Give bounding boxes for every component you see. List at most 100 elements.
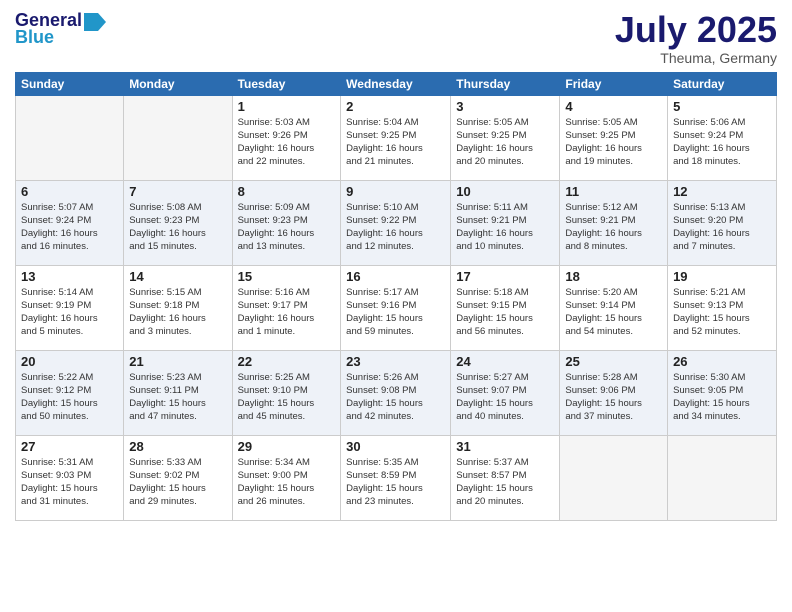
table-cell: 23 Sunrise: 5:26 AM Sunset: 9:08 PM Dayli… (341, 350, 451, 435)
day-info: Sunrise: 5:30 AM Sunset: 9:05 PM Dayligh… (673, 371, 771, 424)
table-cell: 17 Sunrise: 5:18 AM Sunset: 9:15 PM Dayli… (451, 265, 560, 350)
day-number: 24 (456, 354, 554, 369)
day-number: 19 (673, 269, 771, 284)
calendar-row: 6Sunrise: 5:07 AM Sunset: 9:24 PM Daylig… (16, 180, 777, 265)
day-info: Sunrise: 5:21 AM Sunset: 9:13 PM Dayligh… (673, 286, 771, 339)
table-cell (668, 435, 777, 520)
table-cell: 29 Sunrise: 5:34 AM Sunset: 9:00 PM Dayli… (232, 435, 341, 520)
day-number: 21 (129, 354, 226, 369)
day-number: 27 (21, 439, 118, 454)
logo-blue: Blue (15, 27, 54, 48)
table-cell: 21Sunrise: 5:23 AM Sunset: 9:11 PM Dayli… (124, 350, 232, 435)
header: General Blue July 2025 Theuma, Germany (15, 10, 777, 66)
day-info: Sunrise: 5:28 AM Sunset: 9:06 PM Dayligh… (565, 371, 662, 424)
table-cell: 27 Sunrise: 5:31 AM Sunset: 9:03 PM Dayli… (16, 435, 124, 520)
day-info: Sunrise: 5:05 AM Sunset: 9:25 PM Dayligh… (565, 116, 662, 169)
day-number: 3 (456, 99, 554, 114)
day-info: Sunrise: 5:18 AM Sunset: 9:15 PM Dayligh… (456, 286, 554, 339)
col-thursday: Thursday (451, 72, 560, 95)
day-info: Sunrise: 5:10 AM Sunset: 9:22 PM Dayligh… (346, 201, 445, 254)
table-cell: 18Sunrise: 5:20 AM Sunset: 9:14 PM Dayli… (560, 265, 668, 350)
table-cell: 22 Sunrise: 5:25 AM Sunset: 9:10 PM Dayli… (232, 350, 341, 435)
table-cell: 13 Sunrise: 5:14 AM Sunset: 9:19 PM Dayli… (16, 265, 124, 350)
day-info: Sunrise: 5:08 AM Sunset: 9:23 PM Dayligh… (129, 201, 226, 254)
logo-icon (84, 13, 106, 31)
col-tuesday: Tuesday (232, 72, 341, 95)
day-number: 2 (346, 99, 445, 114)
day-number: 14 (129, 269, 226, 284)
day-info: Sunrise: 5:09 AM Sunset: 9:23 PM Dayligh… (238, 201, 336, 254)
day-number: 4 (565, 99, 662, 114)
day-number: 9 (346, 184, 445, 199)
table-cell: 16 Sunrise: 5:17 AM Sunset: 9:16 PM Dayli… (341, 265, 451, 350)
day-number: 13 (21, 269, 118, 284)
col-monday: Monday (124, 72, 232, 95)
day-info: Sunrise: 5:31 AM Sunset: 9:03 PM Dayligh… (21, 456, 118, 509)
day-info: Sunrise: 5:14 AM Sunset: 9:19 PM Dayligh… (21, 286, 118, 339)
day-number: 22 (238, 354, 336, 369)
table-cell (124, 95, 232, 180)
day-info: Sunrise: 5:20 AM Sunset: 9:14 PM Dayligh… (565, 286, 662, 339)
day-info: Sunrise: 5:35 AM Sunset: 8:59 PM Dayligh… (346, 456, 445, 509)
day-number: 23 (346, 354, 445, 369)
day-number: 8 (238, 184, 336, 199)
day-number: 16 (346, 269, 445, 284)
day-info: Sunrise: 5:37 AM Sunset: 8:57 PM Dayligh… (456, 456, 554, 509)
table-cell: 28Sunrise: 5:33 AM Sunset: 9:02 PM Dayli… (124, 435, 232, 520)
day-info: Sunrise: 5:25 AM Sunset: 9:10 PM Dayligh… (238, 371, 336, 424)
day-info: Sunrise: 5:07 AM Sunset: 9:24 PM Dayligh… (21, 201, 118, 254)
day-number: 11 (565, 184, 662, 199)
table-cell: 2Sunrise: 5:04 AM Sunset: 9:25 PM Daylig… (341, 95, 451, 180)
table-cell: 9 Sunrise: 5:10 AM Sunset: 9:22 PM Daylig… (341, 180, 451, 265)
col-friday: Friday (560, 72, 668, 95)
title-block: July 2025 Theuma, Germany (615, 10, 777, 66)
table-cell: 20 Sunrise: 5:22 AM Sunset: 9:12 PM Dayli… (16, 350, 124, 435)
table-cell: 30Sunrise: 5:35 AM Sunset: 8:59 PM Dayli… (341, 435, 451, 520)
table-cell: 7Sunrise: 5:08 AM Sunset: 9:23 PM Daylig… (124, 180, 232, 265)
day-number: 26 (673, 354, 771, 369)
month-title: July 2025 (615, 10, 777, 50)
day-number: 1 (238, 99, 336, 114)
table-cell: 10Sunrise: 5:11 AM Sunset: 9:21 PM Dayli… (451, 180, 560, 265)
day-info: Sunrise: 5:13 AM Sunset: 9:20 PM Dayligh… (673, 201, 771, 254)
day-info: Sunrise: 5:03 AM Sunset: 9:26 PM Dayligh… (238, 116, 336, 169)
day-number: 10 (456, 184, 554, 199)
calendar-container: General Blue July 2025 Theuma, Germany S… (0, 0, 792, 612)
table-cell: 1 Sunrise: 5:03 AM Sunset: 9:26 PM Daylig… (232, 95, 341, 180)
table-cell: 11 Sunrise: 5:12 AM Sunset: 9:21 PM Dayli… (560, 180, 668, 265)
calendar-row: 1 Sunrise: 5:03 AM Sunset: 9:26 PM Daylig… (16, 95, 777, 180)
table-cell: 24 Sunrise: 5:27 AM Sunset: 9:07 PM Dayli… (451, 350, 560, 435)
calendar-row: 20 Sunrise: 5:22 AM Sunset: 9:12 PM Dayli… (16, 350, 777, 435)
table-cell: 14 Sunrise: 5:15 AM Sunset: 9:18 PM Dayli… (124, 265, 232, 350)
calendar-table: Sunday Monday Tuesday Wednesday Thursday… (15, 72, 777, 521)
table-cell: 15 Sunrise: 5:16 AM Sunset: 9:17 PM Dayli… (232, 265, 341, 350)
day-info: Sunrise: 5:22 AM Sunset: 9:12 PM Dayligh… (21, 371, 118, 424)
day-number: 15 (238, 269, 336, 284)
day-number: 20 (21, 354, 118, 369)
table-cell: 19 Sunrise: 5:21 AM Sunset: 9:13 PM Dayli… (668, 265, 777, 350)
calendar-row: 13 Sunrise: 5:14 AM Sunset: 9:19 PM Dayli… (16, 265, 777, 350)
day-info: Sunrise: 5:33 AM Sunset: 9:02 PM Dayligh… (129, 456, 226, 509)
day-info: Sunrise: 5:12 AM Sunset: 9:21 PM Dayligh… (565, 201, 662, 254)
table-cell (16, 95, 124, 180)
table-cell: 4 Sunrise: 5:05 AM Sunset: 9:25 PM Daylig… (560, 95, 668, 180)
calendar-row: 27 Sunrise: 5:31 AM Sunset: 9:03 PM Dayli… (16, 435, 777, 520)
day-info: Sunrise: 5:06 AM Sunset: 9:24 PM Dayligh… (673, 116, 771, 169)
header-row: Sunday Monday Tuesday Wednesday Thursday… (16, 72, 777, 95)
day-number: 31 (456, 439, 554, 454)
day-info: Sunrise: 5:17 AM Sunset: 9:16 PM Dayligh… (346, 286, 445, 339)
location: Theuma, Germany (615, 50, 777, 66)
day-info: Sunrise: 5:16 AM Sunset: 9:17 PM Dayligh… (238, 286, 336, 339)
col-saturday: Saturday (668, 72, 777, 95)
day-info: Sunrise: 5:27 AM Sunset: 9:07 PM Dayligh… (456, 371, 554, 424)
day-info: Sunrise: 5:34 AM Sunset: 9:00 PM Dayligh… (238, 456, 336, 509)
day-info: Sunrise: 5:26 AM Sunset: 9:08 PM Dayligh… (346, 371, 445, 424)
day-number: 12 (673, 184, 771, 199)
day-number: 17 (456, 269, 554, 284)
day-number: 29 (238, 439, 336, 454)
day-info: Sunrise: 5:05 AM Sunset: 9:25 PM Dayligh… (456, 116, 554, 169)
day-info: Sunrise: 5:15 AM Sunset: 9:18 PM Dayligh… (129, 286, 226, 339)
table-cell: 12 Sunrise: 5:13 AM Sunset: 9:20 PM Dayli… (668, 180, 777, 265)
col-sunday: Sunday (16, 72, 124, 95)
logo: General Blue (15, 10, 106, 48)
